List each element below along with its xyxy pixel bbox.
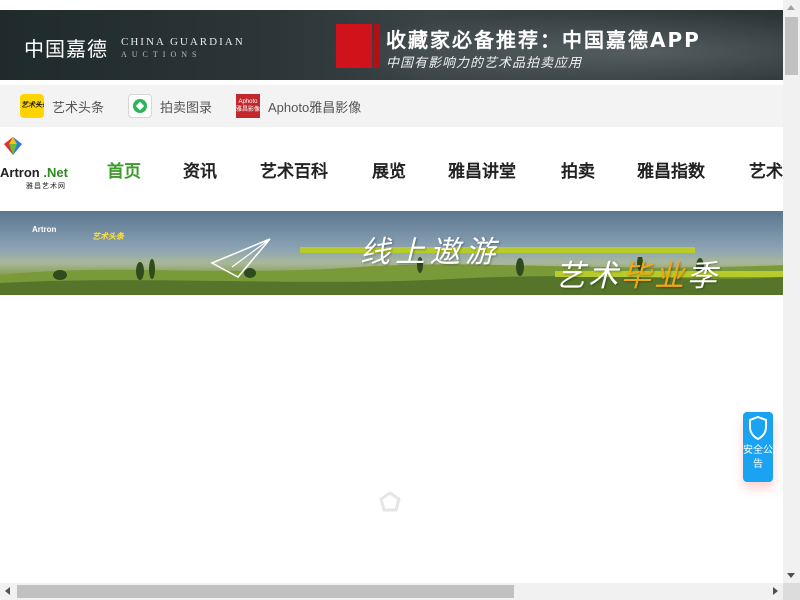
main-nav: Artron .Net 雅昌艺术网 首页 资讯 艺术百科 展览 雅昌讲堂 拍卖 … <box>0 127 783 211</box>
hero-yitou-mini-logo: 艺术头条 <box>92 232 124 241</box>
ad-logo-sub: AUCTIONS <box>121 50 202 59</box>
page-viewport: 中国嘉德 CHINA GUARDIAN AUCTIONS 收藏家必备推荐：中国嘉… <box>0 0 783 583</box>
shield-icon <box>749 416 767 440</box>
nav-item-news[interactable]: 资讯 <box>183 157 217 182</box>
horizontal-scroll-thumb[interactable] <box>17 585 514 598</box>
hero-title-line1: 线上遨游 <box>360 235 500 270</box>
scroll-left-arrow-icon[interactable] <box>5 587 10 595</box>
paper-plane-icon <box>210 238 271 278</box>
app-link-label: Aphoto雅昌影像 <box>268 99 362 115</box>
ad-logo-cn: 中国嘉德 <box>24 37 108 61</box>
scrollbar-corner <box>783 583 800 600</box>
ad-subline: 中国有影响力的艺术品拍卖应用 <box>386 56 583 71</box>
app-link-label: 艺术头条 <box>52 99 105 115</box>
nav-item-home[interactable]: 首页 <box>107 157 141 182</box>
artron-tagline: 雅昌艺术网 <box>26 182 66 190</box>
nav-item-auction[interactable]: 拍卖 <box>561 157 595 182</box>
artron-gem-icon <box>4 137 22 155</box>
scroll-right-arrow-icon[interactable] <box>773 587 778 595</box>
guardian-red-seal-icon <box>336 24 372 68</box>
loading-spinner-icon <box>379 491 401 512</box>
nav-item-encyclopedia[interactable]: 艺术百科 <box>260 157 328 182</box>
horizontal-scrollbar[interactable] <box>0 583 783 600</box>
hero-artron-mini-logo: Artron <box>32 225 57 234</box>
vertical-scrollbar[interactable] <box>783 0 800 583</box>
artron-brand: Artron .Net <box>0 165 68 180</box>
security-notice-button[interactable]: 安全公告 <box>743 412 773 482</box>
yishu-toutiao-icon-text: 艺术头条 <box>21 101 44 109</box>
artron-logo[interactable]: Artron .Net 雅昌艺术网 <box>0 137 80 197</box>
nav-item-lectures[interactable]: 雅昌讲堂 <box>448 157 516 182</box>
app-links-bar: 艺术头条 艺术头条 拍卖图录 Aphoto 雅昌影像 Aphoto雅昌影像 <box>0 85 783 127</box>
hero-banner[interactable]: Artron 艺术头条 线上遨游 艺术毕业季 <box>0 211 783 295</box>
aphoto-icon: Aphoto 雅昌影像 <box>236 94 260 118</box>
ad-red-strip <box>374 24 380 68</box>
app-link-aphoto[interactable]: Aphoto 雅昌影像 Aphoto雅昌影像 <box>236 93 361 119</box>
china-guardian-ad-banner[interactable]: 中国嘉德 CHINA GUARDIAN AUCTIONS 收藏家必备推荐：中国嘉… <box>0 10 783 80</box>
hero-title-line2: 艺术毕业季 <box>555 259 720 294</box>
nav-item-exhibitions[interactable]: 展览 <box>372 157 406 182</box>
app-link-label: 拍卖图录 <box>160 99 213 115</box>
ad-headline: 收藏家必备推荐：中国嘉德APP <box>386 28 701 52</box>
yishu-toutiao-icon: 艺术头条 <box>20 94 44 118</box>
vertical-scroll-thumb[interactable] <box>785 17 798 75</box>
paimai-tulu-icon <box>128 94 152 118</box>
security-notice-label: 安全公告 <box>743 445 773 470</box>
app-link-yishu-toutiao[interactable]: 艺术头条 艺术头条 <box>20 93 104 119</box>
ad-logo-en: CHINA GUARDIAN <box>121 36 245 48</box>
app-link-paimai-tulu[interactable]: 拍卖图录 <box>128 93 212 119</box>
scroll-up-arrow-icon[interactable] <box>787 5 795 10</box>
scroll-down-arrow-icon[interactable] <box>787 573 795 578</box>
nav-item-index[interactable]: 雅昌指数 <box>637 157 705 182</box>
nav-item-art[interactable]: 艺术 <box>749 157 783 182</box>
